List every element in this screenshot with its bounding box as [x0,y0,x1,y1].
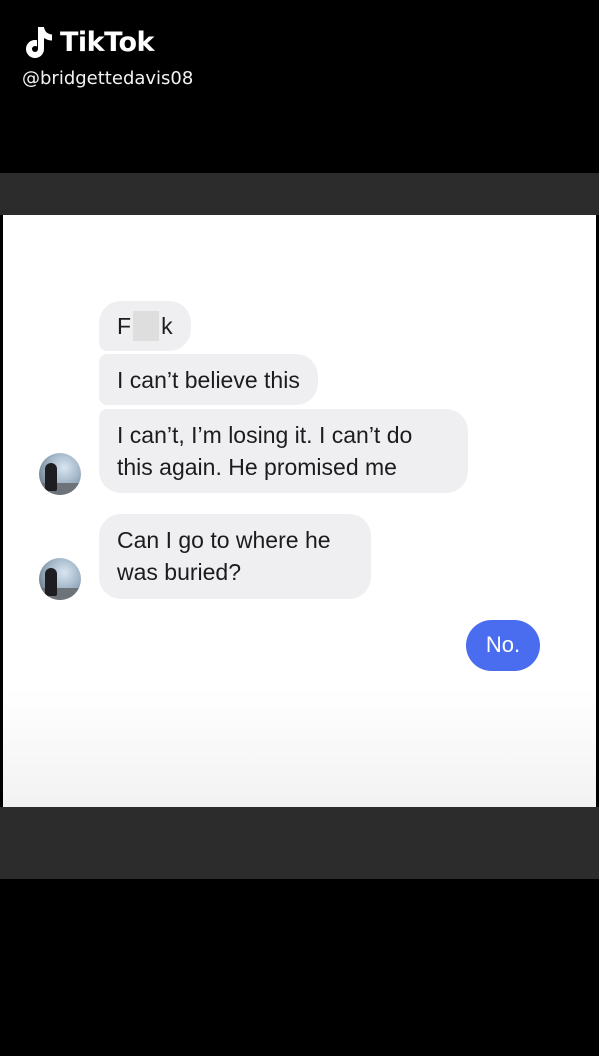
tiktok-brand: TikTok [20,24,193,60]
sent-message-bubble: No. [466,620,540,671]
avatar-person [45,463,57,491]
letterbox-top [0,173,599,215]
message-bubble: I can’t believe this [99,354,318,405]
chat-screenshot: Fk I can’t believe this I can’t, I’m los… [3,215,596,807]
censor-block [133,311,160,341]
brand-name: TikTok [60,26,154,58]
letterbox-bottom [0,807,599,879]
tiktok-video-frame: TikTok @bridgettedavis08 Fk I can’t beli… [0,0,599,1056]
message-bubble: I can’t, I’m losing it. I can’t do this … [99,409,468,493]
message-text: I can’t, I’m losing it. I can’t do this … [117,422,413,480]
message-bubble-censored: Fk [99,301,191,351]
message-bubble: Can I go to where he was buried? [99,514,371,599]
message-text-end: k [161,313,173,339]
message-text: No. [485,632,521,657]
tiktok-note-icon [26,27,52,58]
message-text: I can’t believe this [117,367,300,393]
tiktok-watermark: TikTok @bridgettedavis08 [20,24,193,89]
contact-avatar[interactable] [39,453,81,495]
message-text: Can I go to where he was buried? [117,527,331,585]
video-bottom-area [0,879,599,1056]
avatar-person [45,568,57,596]
message-text-start: F [117,313,132,339]
creator-handle: @bridgettedavis08 [22,68,194,89]
contact-avatar[interactable] [39,558,81,600]
